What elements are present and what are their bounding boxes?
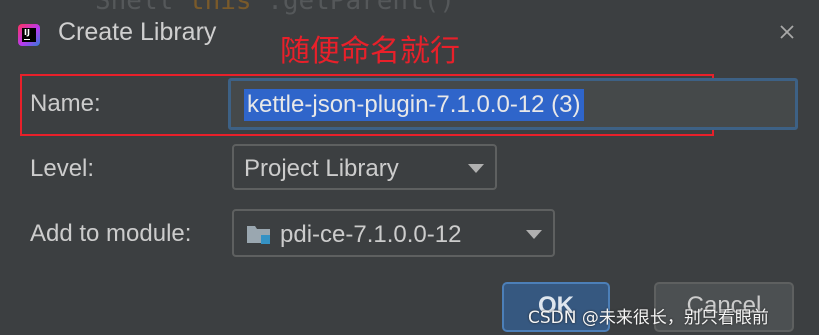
- level-dropdown-value: Project Library: [244, 155, 399, 182]
- csdn-watermark: CSDN @未来很长，别只看眼前: [528, 308, 769, 328]
- library-name-input[interactable]: kettle-json-plugin-7.1.0.0-12 (3): [228, 78, 798, 130]
- dialog-title: Create Library: [58, 18, 217, 46]
- library-name-value: kettle-json-plugin-7.1.0.0-12 (3): [244, 89, 584, 121]
- level-label: Level:: [30, 155, 95, 182]
- module-label: Add to module:: [30, 220, 192, 247]
- intellij-app-icon: IJ: [18, 24, 40, 46]
- chevron-down-icon: [468, 164, 484, 173]
- close-icon[interactable]: [774, 19, 800, 45]
- module-dropdown-value: pdi-ce-7.1.0.0-12: [280, 221, 462, 248]
- create-library-dialog: Shell this .getParent() IJ Create Librar…: [0, 0, 819, 335]
- chevron-down-icon: [526, 230, 542, 239]
- module-dropdown[interactable]: pdi-ce-7.1.0.0-12: [232, 209, 555, 257]
- name-label: Name:: [30, 90, 101, 117]
- level-dropdown[interactable]: Project Library: [232, 144, 497, 190]
- annotation-text: 随便命名就行: [280, 34, 460, 69]
- module-folder-icon: [247, 226, 270, 244]
